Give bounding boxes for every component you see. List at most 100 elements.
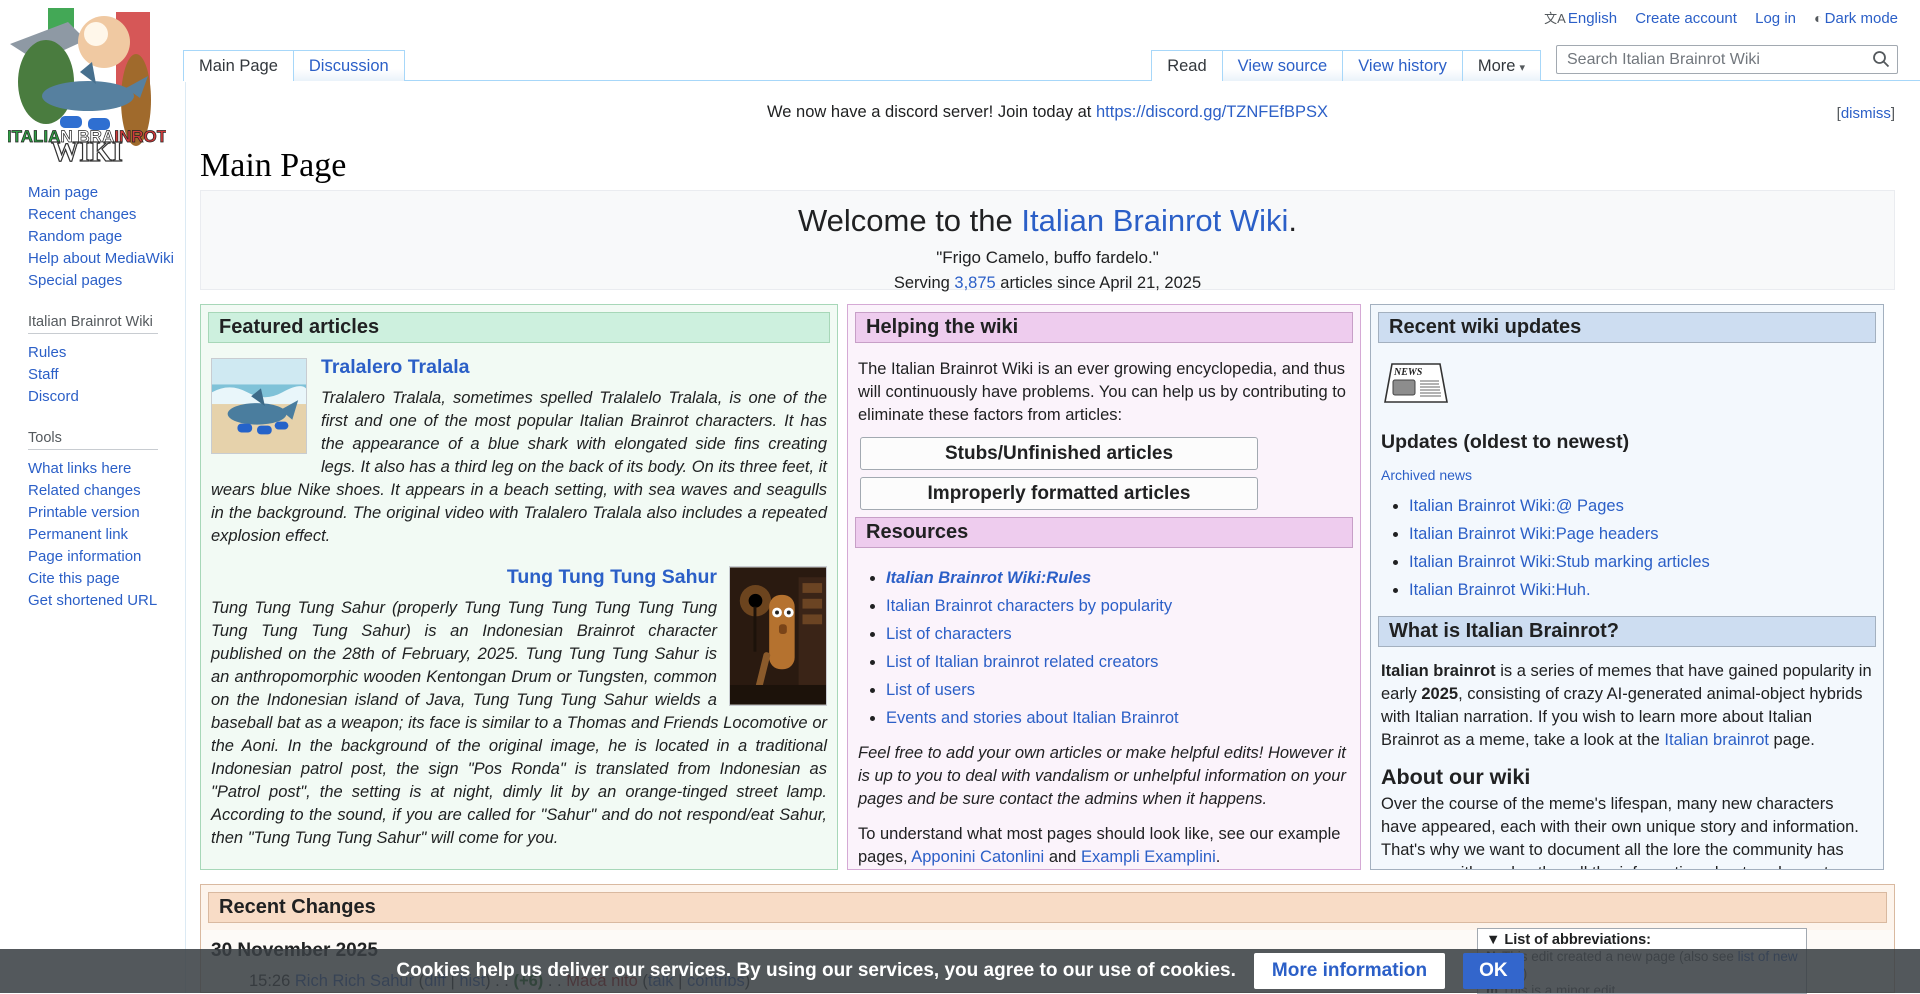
- tab-main-page[interactable]: Main Page: [183, 50, 294, 81]
- helping-intro-text: The Italian Brainrot Wiki is an ever gro…: [858, 358, 1350, 427]
- tab-view-source-link[interactable]: View source: [1238, 57, 1328, 75]
- wiki-logo[interactable]: ITALIAN BRAINROT WIKI: [8, 4, 166, 162]
- logo-wiki-text: WIKI: [51, 137, 123, 162]
- tab-read[interactable]: Read: [1151, 50, 1222, 81]
- sidebar-item-get-shortened-url[interactable]: Get shortened URL: [28, 590, 185, 612]
- article-count-line: Serving 3,875 articles since April 21, 2…: [201, 274, 1894, 293]
- helping-the-wiki-header: Helping the wiki: [855, 312, 1353, 343]
- sidebar-item-page-information[interactable]: Page information: [28, 546, 185, 568]
- sidebar-item-discord[interactable]: Discord: [28, 386, 185, 408]
- helping-the-wiki-panel: Helping the wiki The Italian Brainrot Wi…: [847, 304, 1361, 870]
- tab-discussion[interactable]: Discussion: [293, 50, 405, 81]
- sidebar-item-rules[interactable]: Rules: [28, 342, 185, 364]
- update-huh-link[interactable]: Italian Brainrot Wiki:Huh.: [1409, 581, 1591, 599]
- tab-view-history[interactable]: View history: [1342, 50, 1463, 81]
- language-link[interactable]: 文AEnglish: [1544, 10, 1617, 27]
- list-item: Italian Brainrot Wiki:Stub marking artic…: [1409, 551, 1873, 574]
- tralalero-tralala-link[interactable]: Tralalero Tralala: [321, 356, 470, 379]
- tab-more-menu[interactable]: More▾: [1462, 50, 1541, 81]
- search-input[interactable]: [1556, 45, 1898, 74]
- sidebar: ITALIAN BRAINROT WIKI Main page Recent c…: [0, 0, 185, 634]
- sidebar-item-special-pages[interactable]: Special pages: [28, 270, 185, 292]
- sidebar-item-recent-changes[interactable]: Recent changes: [28, 204, 185, 226]
- recent-wiki-updates-header: Recent wiki updates: [1378, 312, 1876, 343]
- list-of-characters-link[interactable]: List of characters: [886, 625, 1012, 643]
- tab-view-source[interactable]: View source: [1222, 50, 1344, 81]
- language-icon: 文A: [1544, 11, 1566, 26]
- what-is-text: Italian brainrot is a series of memes th…: [1381, 660, 1873, 752]
- search-bar: [1556, 45, 1898, 74]
- resources-header: Resources: [855, 517, 1353, 548]
- ok-button[interactable]: OK: [1463, 953, 1524, 989]
- recent-wiki-updates-panel: Recent wiki updates NEWS Updates (oldest…: [1370, 304, 1884, 870]
- related-creators-link[interactable]: List of Italian brainrot related creator…: [886, 653, 1158, 671]
- sidebar-item-what-links-here[interactable]: What links here: [28, 458, 185, 480]
- abbreviations-toggle[interactable]: ▼ List of abbreviations:: [1486, 932, 1798, 948]
- sidebar-nav-group: Main page Recent changes Random page Hel…: [28, 182, 185, 292]
- tralalero-tralala-image[interactable]: [211, 358, 307, 454]
- characters-by-popularity-link[interactable]: Italian Brainrot characters by popularit…: [886, 597, 1172, 615]
- cookie-banner: Cookies help us deliver our services. By…: [0, 949, 1920, 993]
- sidebar-item-related-changes[interactable]: Related changes: [28, 480, 185, 502]
- improperly-formatted-button[interactable]: Improperly formatted articles: [860, 477, 1258, 510]
- sidebar-item-printable-version[interactable]: Printable version: [28, 502, 185, 524]
- article-count-link[interactable]: 3,875: [954, 274, 995, 292]
- discord-invite-link[interactable]: https://discord.gg/TZNFEfBPSX: [1096, 103, 1328, 121]
- wiki-motto: "Frigo Camelo, buffo fardelo.": [201, 248, 1894, 268]
- featured-articles-header: Featured articles: [208, 312, 830, 343]
- sidebar-item-help-mediawiki[interactable]: Help about MediaWiki: [28, 248, 185, 270]
- sidebar-item-main-page[interactable]: Main page: [28, 182, 185, 204]
- shark-shape: [42, 81, 134, 111]
- exampli-examplini-link[interactable]: Exampli Examplini: [1081, 848, 1216, 866]
- dismiss-link[interactable]: dismiss: [1841, 105, 1891, 122]
- list-of-users-link[interactable]: List of users: [886, 681, 975, 699]
- more-information-button[interactable]: More information: [1254, 953, 1445, 989]
- page-tabs: Main Page Discussion: [183, 50, 404, 81]
- helping-note-text: Feel free to add your own articles or ma…: [858, 742, 1350, 811]
- updates-subheading: Updates (oldest to newest): [1381, 431, 1873, 454]
- sidebar-item-permanent-link[interactable]: Permanent link: [28, 524, 185, 546]
- stubs-unfinished-button[interactable]: Stubs/Unfinished articles: [860, 437, 1258, 470]
- what-is-italian-brainrot-header: What is Italian Brainrot?: [1378, 616, 1876, 647]
- chevron-down-icon: ▾: [1519, 62, 1525, 74]
- rules-link[interactable]: Italian Brainrot Wiki:Rules: [886, 569, 1091, 587]
- about-our-wiki-heading: About our wiki: [1381, 766, 1873, 789]
- list-item: Italian Brainrot Wiki:Rules: [886, 567, 1350, 590]
- search-icon[interactable]: [1872, 50, 1890, 68]
- tung-tung-tung-sahur-link[interactable]: Tung Tung Tung Sahur: [507, 566, 717, 589]
- list-item: Italian Brainrot Wiki:Huh.: [1409, 579, 1873, 602]
- login-link[interactable]: Log in: [1755, 10, 1796, 27]
- cookie-message: Cookies help us deliver our services. By…: [396, 960, 1235, 982]
- dark-mode-toggle[interactable]: ◐Dark mode: [1814, 10, 1898, 27]
- italian-brainrot-link[interactable]: Italian brainrot: [1664, 731, 1769, 749]
- featured-articles-panel: Featured articles Tralalero Tralala Tral…: [200, 304, 838, 870]
- list-item: Italian Brainrot characters by popularit…: [886, 595, 1350, 618]
- list-item: Italian Brainrot Wiki:Page headers: [1409, 523, 1873, 546]
- tab-view-history-link[interactable]: View history: [1358, 57, 1447, 75]
- list-item: List of users: [886, 679, 1350, 702]
- dismiss-notice: [dismiss]: [1837, 105, 1895, 122]
- site-notice: We now have a discord server! Join today…: [200, 103, 1895, 122]
- tab-discussion-link[interactable]: Discussion: [309, 57, 389, 75]
- update-at-pages-link[interactable]: Italian Brainrot Wiki:@ Pages: [1409, 497, 1624, 515]
- update-stub-marking-link[interactable]: Italian Brainrot Wiki:Stub marking artic…: [1409, 553, 1710, 571]
- sidebar-group-title-tools: Tools: [28, 430, 158, 450]
- wiki-home-link[interactable]: Italian Brainrot Wiki: [1021, 203, 1288, 238]
- update-page-headers-link[interactable]: Italian Brainrot Wiki:Page headers: [1409, 525, 1658, 543]
- view-tabs: Read View source View history More▾: [1151, 50, 1540, 81]
- sidebar-item-staff[interactable]: Staff: [28, 364, 185, 386]
- tung-tung-tung-sahur-image[interactable]: [729, 566, 827, 706]
- create-account-link[interactable]: Create account: [1635, 10, 1737, 27]
- archived-news-link[interactable]: Archived news: [1381, 467, 1472, 483]
- events-stories-link[interactable]: Events and stories about Italian Brainro…: [886, 709, 1179, 727]
- list-item: Events and stories about Italian Brainro…: [886, 707, 1350, 730]
- apponini-catonlini-link[interactable]: Apponini Catonlini: [911, 848, 1044, 866]
- sidebar-item-random-page[interactable]: Random page: [28, 226, 185, 248]
- sidebar-tools-group: Tools What links here Related changes Pr…: [28, 430, 185, 612]
- svg-text:NEWS: NEWS: [1393, 367, 1423, 378]
- croc-shape: [18, 40, 74, 124]
- newspaper-icon: NEWS: [1381, 362, 1451, 404]
- page-title: Main Page: [200, 147, 1895, 195]
- sidebar-item-cite-this-page[interactable]: Cite this page: [28, 568, 185, 590]
- list-item: List of characters: [886, 623, 1350, 646]
